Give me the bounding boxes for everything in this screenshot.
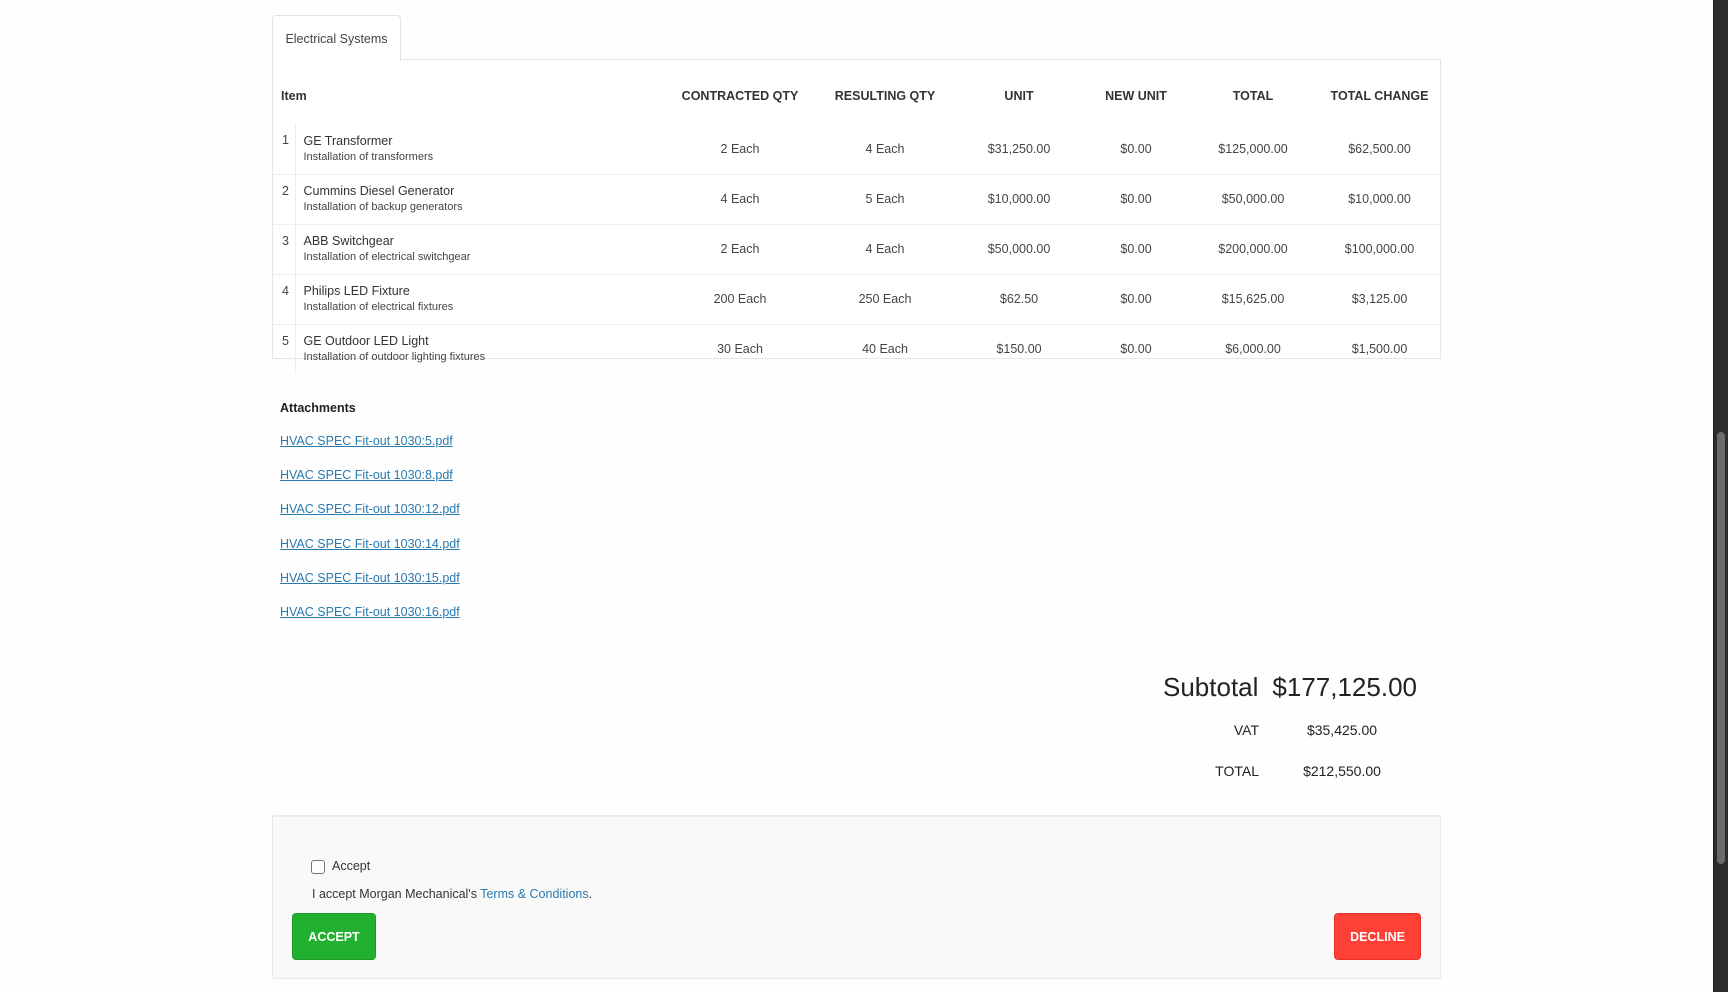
- terms-conditions-link[interactable]: Terms & Conditions: [480, 887, 588, 901]
- vat-row: VAT $35,425.00: [1157, 710, 1417, 751]
- new-unit-price: $0.00: [1120, 141, 1152, 156]
- line-total-change: $3,125.00: [1317, 273, 1443, 324]
- unit-price: $31,250.00: [987, 141, 1051, 156]
- row-number: 5: [273, 323, 296, 374]
- item-name: Philips LED Fixture: [303, 284, 410, 298]
- attachment-link[interactable]: HVAC SPEC Fit-out 1030:15.pdf: [280, 570, 460, 604]
- attachments-title: Attachments: [280, 401, 356, 415]
- terms-suffix: .: [588, 887, 593, 901]
- scrollbar-thumb[interactable]: [1717, 432, 1725, 864]
- attachments-section: Attachments HVAC SPEC Fit-out 1030:5.pdf…: [280, 400, 460, 638]
- subtotal-row: Subtotal $177,125.00: [1157, 672, 1417, 710]
- total-value: $212,550.00: [1303, 763, 1381, 779]
- row-number: 3: [273, 223, 296, 274]
- line-total: $125,000.00: [1218, 141, 1288, 156]
- unit-price: $50,000.00: [955, 223, 1084, 274]
- item-name: Cummins Diesel Generator: [303, 184, 455, 198]
- accept-checkbox-label[interactable]: Accept: [332, 859, 370, 873]
- table-row: 2 Cummins Diesel Generator Installation of…: [273, 173, 1443, 224]
- attachment-link[interactable]: HVAC SPEC Fit-out 1030:8.pdf: [280, 467, 460, 501]
- header-total-change: TOTAL CHANGE: [1330, 89, 1429, 103]
- item-cell: GE Outdoor LED Light Installation of outd…: [295, 323, 666, 374]
- table-row: 4 Philips LED Fixture Installation of elec…: [273, 273, 1443, 324]
- line-total: $6,000.00: [1189, 323, 1318, 374]
- contracted-qty: 200 Each: [665, 273, 816, 324]
- table-header-row: Item CONTRACTED QTY RESULTING QTY UNIT NEW U…: [273, 60, 1442, 124]
- item-cell: Philips LED Fixture Installation of elect…: [295, 273, 666, 324]
- unit-price: $150.00: [955, 323, 1084, 374]
- page-content: Electrical Systems Item CONTRACTED QTY RES…: [0, 0, 1713, 992]
- resulting-qty: 5 Each: [815, 173, 956, 224]
- line-total: $15,625.00: [1189, 273, 1318, 324]
- terms-statement: I accept Morgan Mechanical's Terms & Con…: [312, 887, 592, 901]
- vertical-scrollbar[interactable]: [1713, 0, 1728, 992]
- subtotal-label: Subtotal: [1163, 672, 1259, 702]
- item-description: Installation of electrical switchgear: [303, 251, 471, 263]
- item-name: GE Transformer: [303, 133, 393, 148]
- item-cell: GE Transformer Installation of transforme…: [295, 124, 665, 174]
- row-number: 4: [273, 273, 296, 324]
- contracted-qty: 2 Each: [720, 141, 760, 156]
- accept-checkbox[interactable]: [311, 860, 325, 874]
- accept-checkbox-row: Accept: [311, 857, 370, 874]
- table-row: 1 GE Transformer Installation of transform…: [273, 124, 1442, 174]
- header-unit: UNIT: [1004, 89, 1034, 103]
- line-total-change: $10,000.00: [1317, 173, 1443, 224]
- item-cell: Cummins Diesel Generator Installation of …: [295, 173, 666, 224]
- new-unit-price: $0.00: [1083, 173, 1190, 224]
- contracted-qty: 2 Each: [665, 223, 816, 274]
- accept-button[interactable]: ACCEPT: [292, 913, 376, 960]
- new-unit-price: $0.00: [1083, 223, 1190, 274]
- acceptance-panel: Accept I accept Morgan Mechanical's Term…: [272, 815, 1441, 979]
- unit-price: $10,000.00: [955, 173, 1084, 224]
- item-name: GE Outdoor LED Light: [303, 334, 429, 349]
- line-total-change: $1,500.00: [1317, 323, 1443, 374]
- decline-button[interactable]: DECLINE: [1334, 913, 1421, 960]
- item-description: Installation of electrical fixtures: [303, 301, 454, 313]
- new-unit-price: $0.00: [1083, 273, 1190, 324]
- line-total: $50,000.00: [1189, 173, 1318, 224]
- attachment-link[interactable]: HVAC SPEC Fit-out 1030:14.pdf: [280, 536, 460, 570]
- line-total-change: $62,500.00: [1348, 141, 1411, 156]
- attachment-link[interactable]: HVAC SPEC Fit-out 1030:5.pdf: [280, 433, 460, 467]
- vat-label: VAT: [1233, 722, 1259, 738]
- header-contracted-qty: CONTRACTED QTY: [681, 89, 799, 103]
- unit-price: $62.50: [955, 273, 1084, 324]
- vat-value: $35,425.00: [1306, 722, 1378, 738]
- attachment-link[interactable]: HVAC SPEC Fit-out 1030:12.pdf: [280, 501, 460, 535]
- table-row: 5 GE Outdoor LED Light Installation of out…: [273, 323, 1443, 374]
- row-number: 2: [273, 173, 296, 224]
- row-number: 1: [273, 124, 296, 174]
- header-resulting-qty: RESULTING QTY: [834, 89, 936, 103]
- tab-label: Electrical Systems: [285, 31, 388, 46]
- total-row: TOTAL $212,550.00: [1157, 751, 1417, 792]
- total-label: TOTAL: [1215, 763, 1259, 779]
- line-items-table: Item CONTRACTED QTY RESULTING QTY UNIT NEW U…: [273, 60, 1443, 374]
- table-row: 3 ABB Switchgear Installation of electrica…: [273, 223, 1443, 274]
- resulting-qty: 250 Each: [815, 273, 956, 324]
- attachment-link[interactable]: HVAC SPEC Fit-out 1030:16.pdf: [280, 604, 460, 638]
- resulting-qty: 40 Each: [815, 323, 956, 374]
- resulting-qty: 4 Each: [865, 141, 905, 156]
- line-total: $200,000.00: [1189, 223, 1318, 274]
- tab-electrical-systems[interactable]: Electrical Systems: [272, 15, 401, 61]
- resulting-qty: 4 Each: [815, 223, 956, 274]
- totals-summary: Subtotal $177,125.00 VAT $35,425.00 TOTA…: [1157, 672, 1417, 792]
- header-item: Item: [281, 89, 307, 103]
- header-total: TOTAL: [1232, 89, 1274, 103]
- terms-prefix: I accept Morgan Mechanical's: [312, 887, 481, 901]
- header-new-unit: NEW UNIT: [1105, 89, 1167, 103]
- line-items-panel: Item CONTRACTED QTY RESULTING QTY UNIT NEW U…: [272, 59, 1443, 374]
- contracted-qty: 30 Each: [665, 323, 816, 374]
- contracted-qty: 4 Each: [665, 173, 816, 224]
- item-name: ABB Switchgear: [303, 234, 394, 248]
- subtotal-value: $177,125.00: [1272, 672, 1417, 702]
- item-cell: ABB Switchgear Installation of electrical…: [295, 223, 666, 274]
- item-description: Installation of backup generators: [303, 201, 463, 213]
- line-total-change: $100,000.00: [1317, 223, 1443, 274]
- item-description: Installation of transformers: [303, 150, 434, 163]
- new-unit-price: $0.00: [1083, 323, 1190, 374]
- item-description: Installation of outdoor lighting fixture…: [303, 351, 486, 364]
